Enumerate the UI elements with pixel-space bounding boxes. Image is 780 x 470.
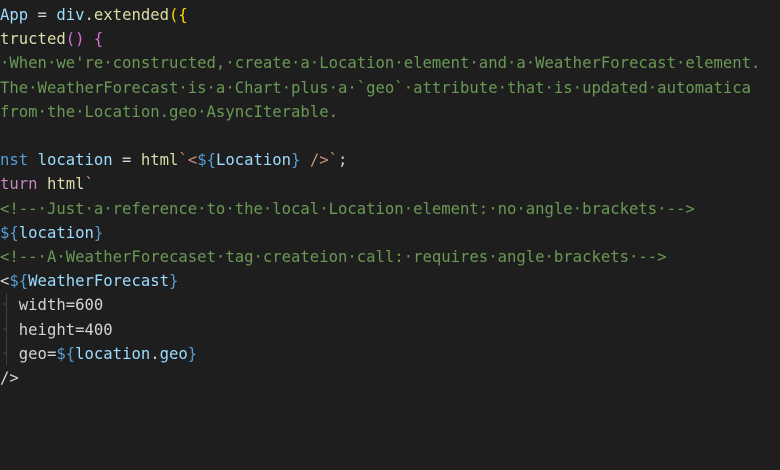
code-token: ${ bbox=[9, 272, 29, 291]
code-token: · bbox=[0, 296, 19, 315]
code-token: = bbox=[112, 151, 141, 170]
code-editor[interactable]: App = div.extended({tructed() {·When·we'… bbox=[0, 0, 780, 470]
code-token: `< bbox=[178, 151, 198, 170]
code-token: <!--·A·WeatherForecaset·tag·createion·ca… bbox=[0, 248, 667, 266]
code-token: · bbox=[0, 344, 19, 363]
code-token: } bbox=[169, 272, 179, 291]
code-token: () bbox=[65, 30, 85, 49]
code-token: WeatherForecast bbox=[28, 272, 169, 291]
code-token: ${ bbox=[56, 344, 76, 363]
code-token: = bbox=[28, 6, 57, 24]
code-token: ${ bbox=[0, 223, 19, 242]
code-token: height=400 bbox=[18, 320, 113, 339]
code-line[interactable]: tructed() { bbox=[0, 27, 103, 51]
code-line[interactable]: /> bbox=[0, 366, 19, 390]
code-token: location bbox=[37, 151, 113, 170]
code-token: < bbox=[0, 272, 10, 291]
code-line[interactable]: <${WeatherForecast} bbox=[0, 269, 178, 293]
code-line[interactable]: · geo=${location.geo} bbox=[0, 342, 197, 366]
code-token: turn bbox=[0, 175, 38, 194]
code-line[interactable]: ·When·we're·constructed,·create·a·Locati… bbox=[0, 51, 760, 75]
code-token: . bbox=[84, 6, 94, 24]
code-token: nst bbox=[0, 151, 29, 170]
code-token: location bbox=[18, 223, 94, 242]
code-token: ` bbox=[84, 175, 94, 194]
code-token: ({ bbox=[169, 6, 188, 24]
code-token: />` bbox=[300, 151, 339, 170]
code-line[interactable]: <!--·Just·a·reference·to·the·local·Locat… bbox=[0, 197, 695, 221]
code-token: geo bbox=[159, 344, 188, 363]
code-token: /> bbox=[0, 369, 19, 387]
code-token: tructed bbox=[0, 30, 66, 49]
code-token: . bbox=[150, 344, 160, 363]
code-line[interactable]: <!--·A·WeatherForecaset·tag·createion·ca… bbox=[0, 245, 667, 269]
code-line[interactable]: The·WeatherForecast·is·a·Chart·plus·a·`g… bbox=[0, 76, 751, 100]
code-line[interactable]: · width=600 bbox=[0, 293, 103, 317]
code-token: ·When·we're·constructed,·create·a·Locati… bbox=[0, 54, 761, 73]
code-token: { bbox=[93, 30, 104, 49]
code-token: html bbox=[140, 151, 179, 170]
code-token: The·WeatherForecast·is·a·Chart·plus·a·`g… bbox=[0, 78, 752, 97]
code-token: ${ bbox=[197, 151, 216, 170]
code-token: Location bbox=[215, 151, 292, 170]
code-token: div bbox=[56, 6, 85, 24]
code-line[interactable]: turn html` bbox=[0, 172, 94, 196]
code-token: <!--·Just·a·reference·to·the·local·Locat… bbox=[0, 199, 695, 218]
code-line[interactable]: App = div.extended({ bbox=[0, 3, 188, 27]
code-token: App bbox=[0, 6, 29, 24]
code-token: extended bbox=[93, 6, 170, 24]
code-token: ; bbox=[338, 151, 348, 170]
code-token: width=600 bbox=[18, 296, 104, 315]
code-line[interactable]: · height=400 bbox=[0, 318, 113, 342]
code-line[interactable]: ${location} bbox=[0, 221, 103, 245]
code-token: } bbox=[93, 223, 104, 242]
code-token: html bbox=[46, 175, 85, 194]
code-token: geo= bbox=[18, 344, 57, 363]
code-token: from·the·Location.geo·AsyncIterable. bbox=[0, 102, 338, 121]
code-token: location bbox=[75, 344, 151, 363]
code-token: · bbox=[0, 320, 19, 339]
code-line[interactable]: from·the·Location.geo·AsyncIterable. bbox=[0, 100, 338, 124]
code-token: } bbox=[187, 344, 198, 363]
code-line[interactable]: nst location = html`<${Location} />`; bbox=[0, 148, 347, 172]
